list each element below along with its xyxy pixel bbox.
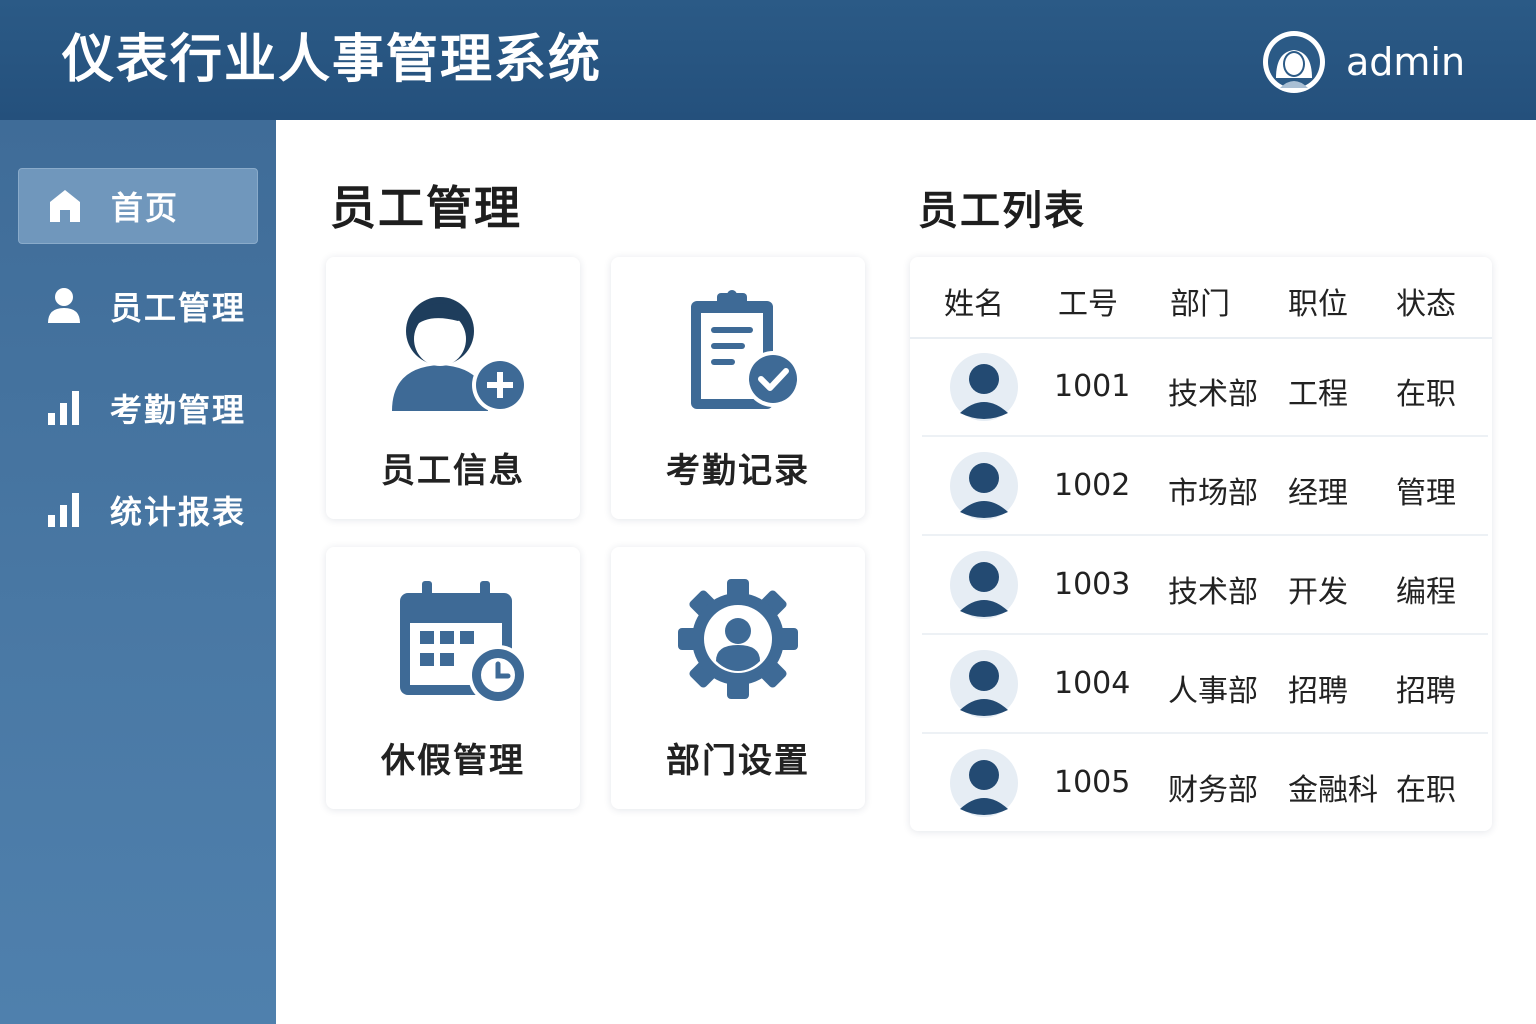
leave-management-card[interactable]: 休假管理	[326, 547, 580, 809]
sidebar-item-reports[interactable]: 统计报表	[18, 472, 258, 548]
card-label: 部门设置	[666, 741, 810, 781]
bar-chart-icon	[46, 490, 82, 530]
employee-status: 编程	[1396, 575, 1456, 610]
avatar-icon	[950, 353, 1018, 421]
employee-status: 管理	[1396, 476, 1456, 511]
avatar-icon	[950, 551, 1018, 619]
table-row[interactable]: 1005 财务部 金融科 在职	[922, 735, 1488, 833]
employee-dept: 市场部	[1168, 476, 1258, 511]
sidebar-item-label: 统计报表	[110, 493, 247, 531]
bar-chart-icon	[46, 388, 82, 428]
employee-status: 招聘	[1396, 674, 1456, 709]
table-header: 姓名 工号 部门 职位 状态	[910, 257, 1492, 339]
calendar-clock-icon	[400, 581, 528, 705]
department-settings-card[interactable]: 部门设置	[611, 547, 865, 809]
app-title: 仪表行业人事管理系统	[62, 30, 603, 90]
employee-dept: 技术部	[1168, 575, 1258, 610]
list-title: 员工列表	[918, 188, 1086, 234]
table-row[interactable]: 1002 市场部 经理 管理	[922, 438, 1488, 536]
sidebar-item-employee[interactable]: 员工管理	[18, 268, 258, 344]
employee-position: 工程	[1288, 377, 1348, 412]
sidebar-item-home[interactable]: 首页	[18, 168, 258, 244]
employee-id: 1001	[1054, 369, 1131, 404]
avatar-icon	[950, 452, 1018, 520]
section-title: 员工管理	[330, 181, 522, 235]
home-icon	[47, 186, 83, 226]
card-label: 休假管理	[381, 741, 525, 781]
avatar-icon	[950, 749, 1018, 817]
column-header[interactable]: 工号	[1058, 279, 1118, 323]
employee-status: 在职	[1396, 773, 1456, 808]
sidebar-item-label: 员工管理	[110, 289, 247, 327]
employee-dept: 技术部	[1168, 377, 1258, 412]
employee-position: 经理	[1288, 476, 1348, 511]
top-header: 仪表行业人事管理系统 admin	[0, 0, 1536, 120]
employee-dept: 财务部	[1168, 773, 1258, 808]
card-label: 员工信息	[381, 451, 525, 491]
employee-table: 姓名 工号 部门 职位 状态 1001 技术部 工程 在职 1002 市场部 经…	[910, 257, 1492, 831]
employee-position: 招聘	[1288, 674, 1348, 709]
column-header[interactable]: 职位	[1288, 279, 1348, 323]
sidebar-item-label: 首页	[111, 189, 180, 227]
employee-position: 金融科	[1288, 773, 1378, 808]
employee-info-card[interactable]: 员工信息	[326, 257, 580, 519]
add-user-icon	[392, 297, 528, 413]
card-label: 考勤记录	[666, 451, 810, 491]
employee-id: 1004	[1054, 666, 1131, 701]
employee-id: 1005	[1054, 765, 1131, 800]
employee-status: 在职	[1396, 377, 1456, 412]
gear-user-icon	[678, 579, 798, 699]
user-icon	[46, 286, 82, 326]
column-header[interactable]: 部门	[1170, 279, 1230, 323]
username: admin	[1346, 40, 1466, 84]
employee-position: 开发	[1288, 575, 1348, 610]
employee-id: 1003	[1054, 567, 1131, 602]
table-row[interactable]: 1003 技术部 开发 编程	[922, 537, 1488, 635]
sidebar: 首页 员工管理 考勤管理 统计报表	[0, 120, 276, 1024]
avatar-icon[interactable]	[1262, 30, 1326, 94]
column-header[interactable]: 姓名	[944, 279, 1004, 323]
column-header[interactable]: 状态	[1396, 279, 1456, 323]
sidebar-item-attendance[interactable]: 考勤管理	[18, 370, 258, 446]
table-row[interactable]: 1001 技术部 工程 在职	[922, 339, 1488, 437]
table-row[interactable]: 1004 人事部 招聘 招聘	[922, 636, 1488, 734]
sidebar-item-label: 考勤管理	[110, 391, 247, 429]
user-menu[interactable]: admin	[1262, 30, 1465, 94]
avatar-icon	[950, 650, 1018, 718]
employee-id: 1002	[1054, 468, 1131, 503]
employee-dept: 人事部	[1168, 674, 1258, 709]
clipboard-check-icon	[691, 290, 801, 409]
attendance-record-card[interactable]: 考勤记录	[611, 257, 865, 519]
